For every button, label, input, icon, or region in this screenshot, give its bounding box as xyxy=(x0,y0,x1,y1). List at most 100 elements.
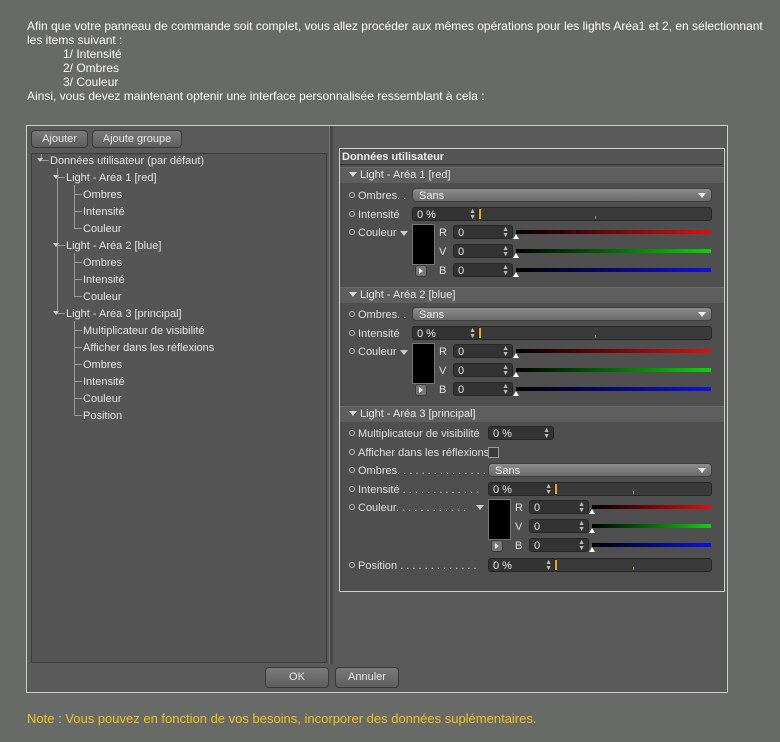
area1-intensite-input[interactable]: 0 % ▲ ▼ xyxy=(412,207,480,221)
keyframe-dot-icon[interactable] xyxy=(349,229,355,236)
area3-ombres-dropdown[interactable]: Sans xyxy=(488,463,712,477)
area3-position-slider[interactable] xyxy=(554,558,712,572)
keyframe-dot-icon[interactable] xyxy=(349,330,355,337)
collapse-arrow-icon xyxy=(349,411,357,417)
area2-r-input[interactable]: 0 ▲ ▼ xyxy=(453,344,513,358)
area1-r-slider[interactable] xyxy=(516,230,711,234)
area3-position-label: Position . . . . . . . . . . . . . xyxy=(349,559,477,573)
keyframe-dot-icon[interactable] xyxy=(349,467,355,474)
tree-node-area1-intensite[interactable]: Intensité xyxy=(83,205,125,219)
tree-node-area1-couleur[interactable]: Couleur xyxy=(83,222,122,236)
group-area2-label: Light - Aréa 2 [blue] xyxy=(360,289,456,301)
area1-v-slider[interactable] xyxy=(516,249,711,253)
tree-node-area3-position[interactable]: Position xyxy=(83,409,122,423)
area3-v-slider[interactable] xyxy=(592,524,711,528)
b-label: B xyxy=(439,265,447,277)
r-label: R xyxy=(515,502,523,514)
keyframe-dot-icon[interactable] xyxy=(349,486,355,493)
add-group-button[interactable]: Ajoute groupe xyxy=(92,130,182,148)
area3-b-input[interactable]: 0 ▲ ▼ xyxy=(529,538,589,552)
couleur-expand-icon[interactable] xyxy=(400,350,408,355)
r-label: R xyxy=(439,227,447,239)
pane-splitter[interactable] xyxy=(329,126,333,664)
area2-v-slider[interactable] xyxy=(516,368,711,372)
area2-b-input[interactable]: 0 ▲ ▼ xyxy=(453,382,513,396)
intro-line-1: Afin que votre panneau de commande soit … xyxy=(27,19,763,47)
user-data-panel: Données utilisateur Light - Aréa 1 [red]… xyxy=(339,148,725,592)
area2-couleur-label: Couleur xyxy=(349,345,397,359)
area1-couleur-label: Couleur xyxy=(349,226,397,240)
group-area1-label: Light - Aréa 1 [red] xyxy=(360,169,451,181)
area3-r-slider[interactable] xyxy=(592,505,711,509)
intro-item-2: 2/ Ombres xyxy=(63,61,120,75)
area1-b-slider[interactable] xyxy=(516,268,711,272)
area1-r-input[interactable]: 0 ▲ ▼ xyxy=(453,225,513,239)
tree-node-area3-mult[interactable]: Multiplicateur de visibilité xyxy=(83,324,205,338)
area2-b-slider[interactable] xyxy=(516,387,711,391)
tree-node-area3-ombres[interactable]: Ombres xyxy=(83,358,122,372)
play-icon[interactable] xyxy=(491,540,503,552)
area2-v-input[interactable]: 0 ▲ ▼ xyxy=(453,363,513,377)
keyframe-dot-icon[interactable] xyxy=(349,211,355,218)
play-icon[interactable] xyxy=(415,265,427,277)
tree-node-area1-ombres[interactable]: Ombres xyxy=(83,188,122,202)
area3-intensite-slider[interactable] xyxy=(554,482,712,496)
tree-view[interactable]: Données utilisateur (par défaut) Light -… xyxy=(31,153,327,663)
area1-v-input[interactable]: 0 ▲ ▼ xyxy=(453,244,513,258)
couleur-expand-icon[interactable] xyxy=(476,505,484,510)
slider-thumb xyxy=(479,209,481,219)
keyframe-dot-icon[interactable] xyxy=(349,348,355,355)
area3-v-input[interactable]: 0 ▲ ▼ xyxy=(529,519,589,533)
area3-b-slider[interactable] xyxy=(592,543,711,547)
tree-node-area3-intensite[interactable]: Intensité xyxy=(83,375,125,389)
area3-position-input[interactable]: 0 % ▲ ▼ xyxy=(488,558,556,572)
area3-mult-label: Multiplicateur de visibilité xyxy=(349,427,480,441)
area3-color-swatch[interactable] xyxy=(488,499,511,540)
group-area2-header[interactable]: Light - Aréa 2 [blue] xyxy=(340,287,724,303)
area3-mult-input[interactable]: 0 % ▲ ▼ xyxy=(488,426,554,440)
tree-node-area1[interactable]: Light - Aréa 1 [red] xyxy=(66,171,157,185)
keyframe-dot-icon[interactable] xyxy=(349,449,355,456)
keyframe-dot-icon[interactable] xyxy=(349,192,355,199)
cancel-button[interactable]: Annuler xyxy=(335,667,399,688)
tree-node-area3-refl[interactable]: Afficher dans les réflexions xyxy=(83,341,214,355)
group-area1-header[interactable]: Light - Aréa 1 [red] xyxy=(340,167,724,183)
tree-node-area3[interactable]: Light - Aréa 3 [principal] xyxy=(66,307,182,321)
play-icon[interactable] xyxy=(415,384,427,396)
keyframe-dot-icon[interactable] xyxy=(349,430,355,437)
tree-node-area2-intensite[interactable]: Intensité xyxy=(83,273,125,287)
group-area3-header[interactable]: Light - Aréa 3 [principal] xyxy=(340,406,724,422)
area1-ombres-dropdown[interactable]: Sans xyxy=(412,188,712,202)
area3-r-input[interactable]: 0 ▲ ▼ xyxy=(529,500,589,514)
area1-color-swatch[interactable] xyxy=(412,224,435,265)
area3-refl-checkbox[interactable] xyxy=(488,447,499,458)
area3-ombres-label: Ombres. . . . . . . . . . . . . . . xyxy=(349,464,486,478)
tree-node-area2-couleur[interactable]: Couleur xyxy=(83,290,122,304)
area2-ombres-dropdown[interactable]: Sans xyxy=(412,307,712,321)
v-label: V xyxy=(515,521,523,533)
tree-node-area2[interactable]: Light - Aréa 2 [blue] xyxy=(66,239,161,253)
area2-color-swatch[interactable] xyxy=(412,343,435,384)
area2-r-slider[interactable] xyxy=(516,349,711,353)
keyframe-dot-icon[interactable] xyxy=(349,311,355,318)
area2-intensite-input[interactable]: 0 % ▲ ▼ xyxy=(412,326,480,340)
couleur-expand-icon[interactable] xyxy=(400,231,408,236)
area2-intensite-slider[interactable] xyxy=(478,326,712,340)
add-button[interactable]: Ajouter xyxy=(31,130,88,148)
left-pane: Ajouter Ajoute groupe Données utilisateu… xyxy=(27,126,329,664)
chevron-down-icon xyxy=(698,312,706,317)
keyframe-dot-icon[interactable] xyxy=(349,504,355,511)
tree-node-area3-couleur[interactable]: Couleur xyxy=(83,392,122,406)
user-data-dialog: Ajouter Ajoute groupe Données utilisateu… xyxy=(26,125,728,693)
area3-intensite-input[interactable]: 0 % ▲ ▼ xyxy=(488,482,556,496)
keyframe-dot-icon[interactable] xyxy=(349,562,355,569)
panel-title: Données utilisateur xyxy=(340,149,722,165)
group-area3-label: Light - Aréa 3 [principal] xyxy=(360,408,476,420)
ok-button[interactable]: OK xyxy=(265,667,329,688)
tree-node-area2-ombres[interactable]: Ombres xyxy=(83,256,122,270)
area1-b-input[interactable]: 0 ▲ ▼ xyxy=(453,263,513,277)
area1-intensite-slider[interactable] xyxy=(478,207,712,221)
area1-intensite-label: Intensité xyxy=(349,208,400,222)
tree-node-root[interactable]: Données utilisateur (par défaut) xyxy=(50,154,204,168)
collapse-arrow-icon xyxy=(349,292,357,298)
